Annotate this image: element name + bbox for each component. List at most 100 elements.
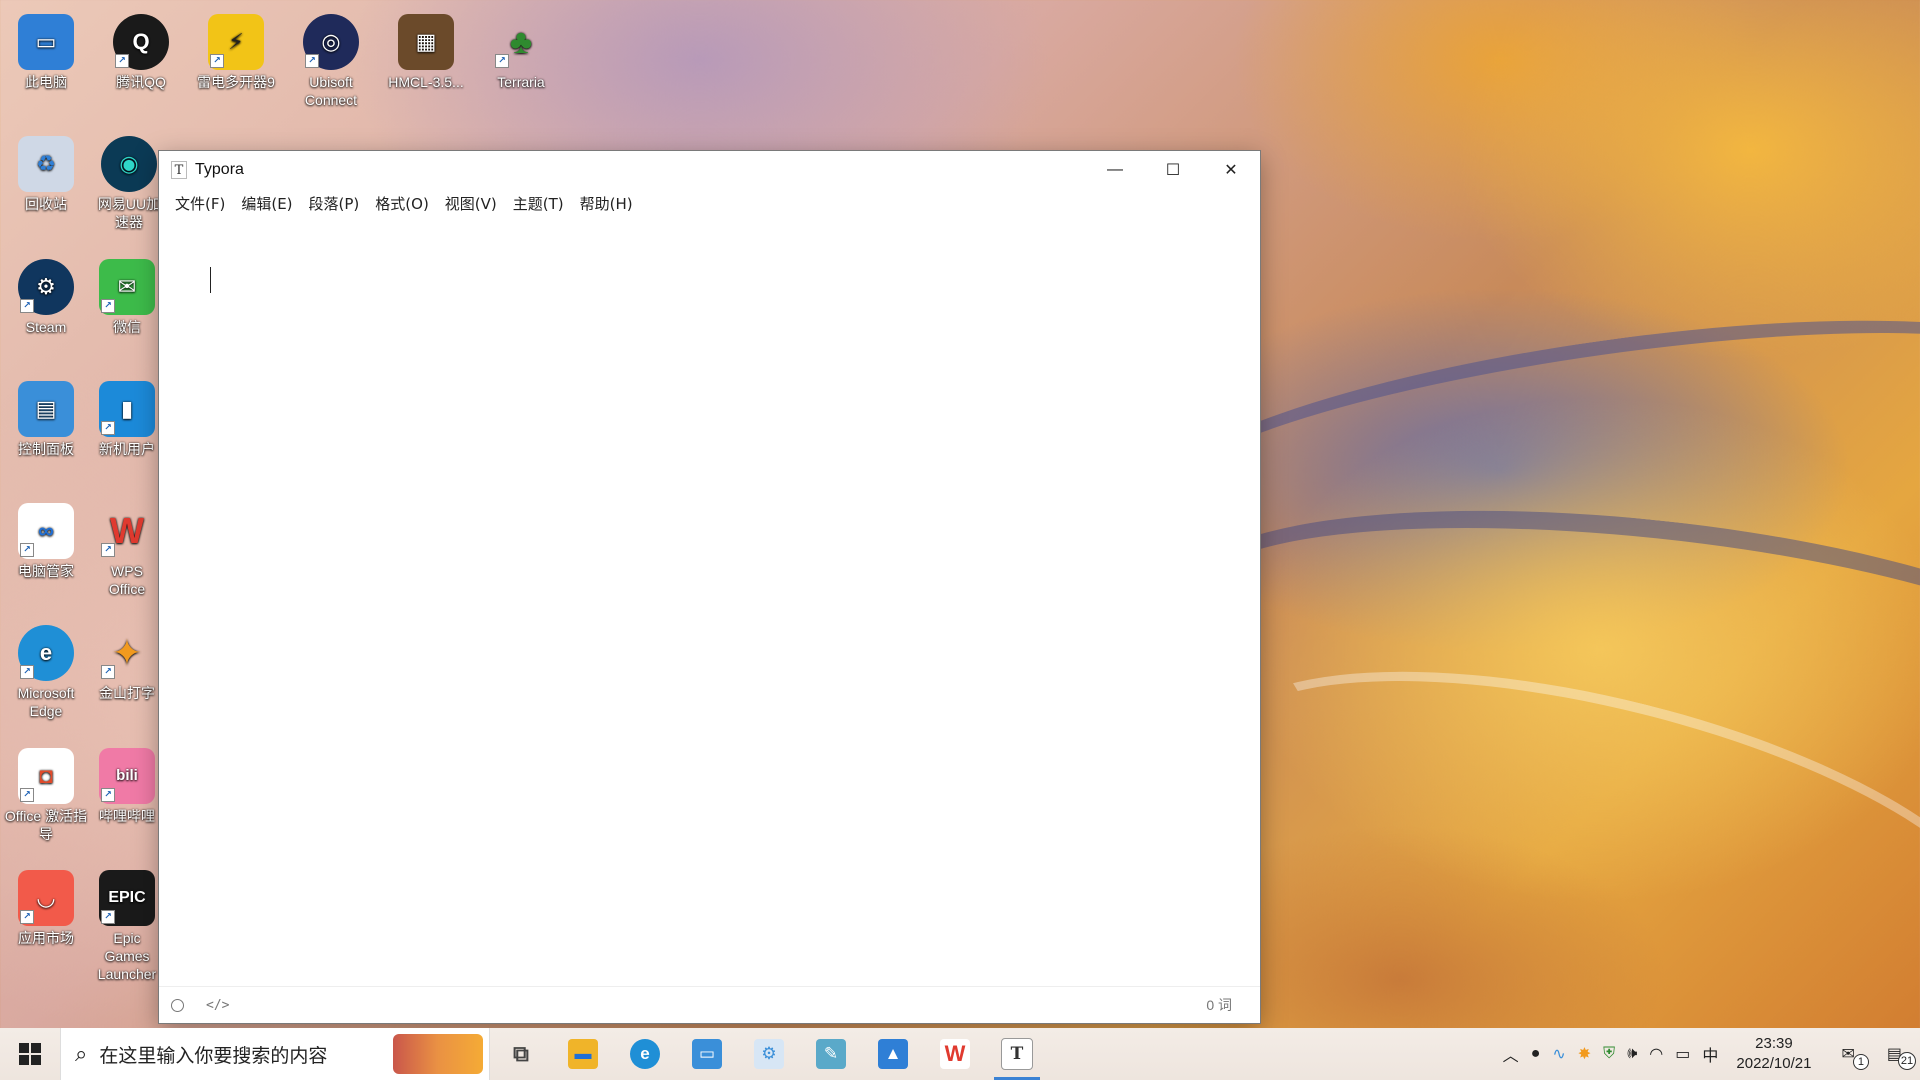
shield-icon[interactable]: ⛨ [1597, 1045, 1621, 1063]
desktop-icon-label: 微信 [113, 319, 141, 335]
color-wheel-icon[interactable]: ✸ [1572, 1044, 1597, 1064]
desktop-icon-this-pc[interactable]: ▭ 此电脑 [0, 10, 92, 91]
desktop-icon-wps[interactable]: W ↗ WPS Office [95, 499, 159, 598]
menu-format[interactable]: 格式(O) [367, 193, 437, 214]
taskbar-this-pc[interactable]: ▭ [676, 1028, 738, 1080]
taskbar-settings-tool[interactable]: ⚙ [738, 1028, 800, 1080]
book-icon: ▮ ↗ [99, 381, 155, 437]
desktop-icon-recycle-bin[interactable]: ♻ 回收站 [0, 132, 92, 213]
word-count[interactable]: 0 词 [1206, 995, 1232, 1015]
shopping-bag-icon: ◡ ↗ [18, 870, 74, 926]
desktop-icon-new-user[interactable]: ▮ ↗ 新机用户 [95, 377, 159, 458]
desktop-icon-label: 金山打字 [99, 685, 155, 701]
notification-center-icon[interactable]: ▤ 21 [1873, 1044, 1920, 1070]
desktop-icon-uu[interactable]: ◉ 网易UU加速器 [95, 132, 163, 231]
bilibili-icon: bili ↗ [99, 748, 155, 804]
clock[interactable]: 23:39 2022/10/21 [1724, 1034, 1823, 1074]
menu-view[interactable]: 视图(V) [437, 193, 505, 214]
wps-icon: W ↗ [99, 503, 155, 559]
volume-icon[interactable]: 🕪 [1621, 1045, 1643, 1063]
taskbar-wps[interactable]: W [924, 1028, 986, 1080]
battery-icon[interactable]: ▭ [1669, 1044, 1696, 1064]
desktop-icon-ubisoft[interactable]: ◎ ↗ Ubisoft Connect [285, 10, 377, 109]
wifi-icon[interactable]: ◠ [1643, 1044, 1669, 1064]
close-button[interactable]: ✕ [1202, 151, 1260, 189]
clock-time: 23:39 [1755, 1035, 1793, 1052]
desktop-icon-label: 电脑管家 [18, 563, 74, 579]
search-icon: ⌕ [75, 1041, 88, 1066]
title-bar[interactable]: T Typora — ☐ ✕ [159, 151, 1260, 189]
desktop-icon-jinshan[interactable]: ✦ ↗ 金山打字 [95, 621, 159, 702]
system-tray: ︿ ● ∿ ✸ ⛨ 🕪 ◠ ▭ 中 23:39 2022/10/21 ✉ 1 ▤ 2… [1497, 1028, 1920, 1080]
desktop-icon-label: Steam [25, 319, 67, 335]
taskbar-notes[interactable]: ✎ [800, 1028, 862, 1080]
status-bar: </> 0 词 [159, 986, 1260, 1023]
edge-icon: e ↗ [18, 625, 74, 681]
typora-window: T Typora — ☐ ✕ 文件(F) 编辑(E) 段落(P) 格式(O) 视… [159, 151, 1260, 1023]
pinwheel-icon: ✦ ↗ [99, 625, 155, 681]
desktop-icon-label: 哔哩哔哩 [99, 808, 155, 824]
edge-icon: e [630, 1039, 660, 1069]
gear-icon: ⚙ [754, 1039, 784, 1069]
wallpaper-ribbon [1170, 471, 1920, 805]
menu-help[interactable]: 帮助(H) [572, 193, 641, 214]
desktop-icon-wechat[interactable]: ✉ ↗ 微信 [95, 255, 159, 336]
desktop-icon-epic[interactable]: EPIC ↗ Epic Games Launcher [95, 866, 159, 983]
desktop-icon-app-market[interactable]: ◡ ↗ 应用市场 [0, 866, 92, 947]
maximize-button[interactable]: ☐ [1144, 151, 1202, 189]
desktop-icon-edge[interactable]: e ↗ Microsoft Edge [0, 621, 92, 720]
menu-file[interactable]: 文件(F) [167, 193, 233, 214]
menu-theme[interactable]: 主题(T) [505, 193, 572, 214]
minimize-button[interactable]: — [1086, 151, 1144, 189]
desktop-icon-pc-manager[interactable]: ∞ ↗ 电脑管家 [0, 499, 92, 580]
tray-app-icon[interactable]: ∿ [1546, 1044, 1571, 1064]
mail-icon[interactable]: ✉ 1 [1823, 1044, 1872, 1070]
taskbar: ⌕ 在这里输入你要搜索的内容 ⧉ ▬ e ▭ ⚙ ✎ ▲ W T ︿ ● ∿ ✸… [0, 1028, 1920, 1080]
desktop-icon-label: 新机用户 [99, 441, 155, 457]
mail-badge: 1 [1852, 1054, 1869, 1070]
epic-games-icon: EPIC ↗ [99, 870, 155, 926]
taskbar-search[interactable]: ⌕ 在这里输入你要搜索的内容 [60, 1028, 490, 1080]
uu-accelerator-icon: ◉ [101, 136, 157, 192]
taskbar-typora[interactable]: T [986, 1028, 1048, 1080]
taskbar-edge[interactable]: e [614, 1028, 676, 1080]
taskbar-paint[interactable]: ▲ [862, 1028, 924, 1080]
desktop-icon-qq[interactable]: Q ↗ 腾讯QQ [95, 10, 187, 91]
menu-bar: 文件(F) 编辑(E) 段落(P) 格式(O) 视图(V) 主题(T) 帮助(H… [159, 189, 1260, 217]
start-button[interactable] [0, 1028, 60, 1080]
editor-area[interactable] [159, 217, 1260, 987]
desktop-icon-hmcl[interactable]: ▦ HMCL-3.5... [380, 10, 472, 91]
computer-icon: ▭ [18, 14, 74, 70]
desktop-icon-bilibili[interactable]: bili ↗ 哔哩哔哩 [95, 744, 159, 825]
menu-paragraph[interactable]: 段落(P) [301, 193, 368, 214]
desktop-icon-leidian[interactable]: ⚡ ↗ 雷电多开器9 [190, 10, 282, 91]
ubisoft-icon: ◎ ↗ [303, 14, 359, 70]
desktop-icon-label: 控制面板 [18, 441, 74, 457]
wps-icon: W [940, 1039, 970, 1069]
notes-icon: ✎ [816, 1039, 846, 1069]
desktop-icon-terraria[interactable]: ♣ ↗ Terraria [475, 10, 567, 91]
office-icon: ◘ ↗ [18, 748, 74, 804]
chevron-up-icon[interactable]: ︿ [1497, 1042, 1525, 1066]
desktop-icon-label: 网易UU加速器 [97, 196, 161, 230]
task-view-button[interactable]: ⧉ [490, 1028, 552, 1080]
desktop-icon-office-activation[interactable]: ◘ ↗ Office 激活指导 [0, 744, 92, 843]
outline-toggle-icon[interactable] [171, 998, 184, 1012]
desktop-icon-label: WPS Office [108, 563, 146, 597]
desktop-icon-steam[interactable]: ⚙ ↗ Steam [0, 255, 92, 336]
clock-date: 2022/10/21 [1736, 1055, 1812, 1072]
typora-app-icon: T [171, 161, 187, 179]
desktop-icon-control-panel[interactable]: ▤ 控制面板 [0, 377, 92, 458]
qq-tray-icon[interactable]: ● [1525, 1045, 1547, 1063]
menu-edit[interactable]: 编辑(E) [233, 193, 300, 214]
computer-icon: ▭ [692, 1039, 722, 1069]
source-mode-toggle[interactable]: </> [206, 998, 229, 1013]
taskbar-file-explorer[interactable]: ▬ [552, 1028, 614, 1080]
search-placeholder: 在这里输入你要搜索的内容 [99, 1044, 328, 1067]
ime-indicator[interactable]: 中 [1696, 1042, 1724, 1066]
desktop-icon-label: Microsoft Edge [17, 685, 75, 719]
qq-penguin-icon: Q ↗ [113, 14, 169, 70]
control-panel-icon: ▤ [18, 381, 74, 437]
recycle-bin-icon: ♻ [18, 136, 74, 192]
desktop-icon-label: 腾讯QQ [116, 74, 166, 90]
